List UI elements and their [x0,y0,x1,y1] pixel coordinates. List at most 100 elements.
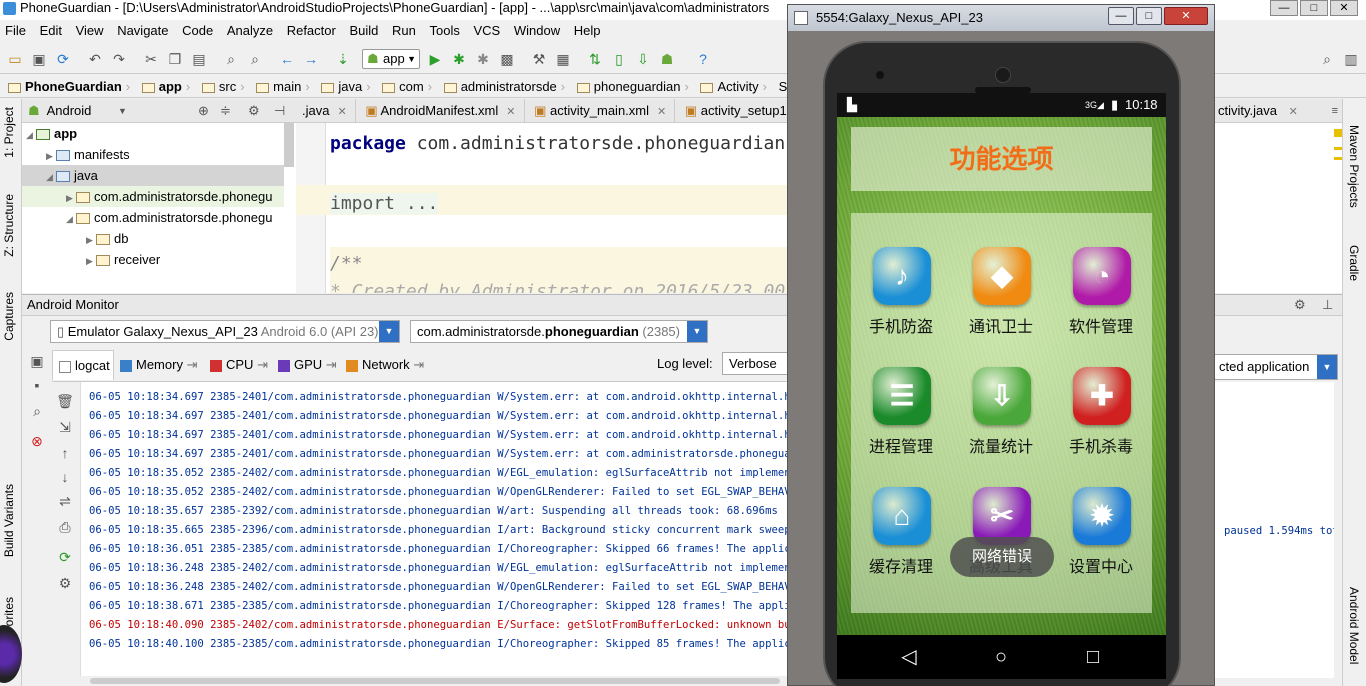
tree-row-package-main[interactable]: ◢ com.administratorsde.phonegu [22,207,284,228]
function-item[interactable]: ✚ 手机杀毒 [1051,359,1151,469]
code-editor[interactable]: package com.administratorsde.phoneguardi… [296,123,788,293]
breadcrumb-src[interactable]: src › [194,76,245,97]
chevron-down-icon[interactable]: ▼ [118,99,127,123]
structure-tool-tab[interactable]: Z: Structure [2,194,16,257]
logcat-output[interactable]: 06-05 10:18:34.697 2385-2401/com.adminis… [80,382,788,678]
forward-icon[interactable]: → [302,50,320,68]
undo-icon[interactable]: ↶ [86,50,104,68]
cut-icon[interactable]: ✂ [142,50,160,68]
back-icon[interactable]: ← [278,50,296,68]
tab-memory[interactable]: Memory ⇥ [114,350,202,380]
soft-wrap-icon[interactable]: ⇌ [56,492,74,510]
clear-logcat-icon[interactable]: 🗑 [56,392,74,410]
target-icon[interactable]: ⊕ [198,99,209,123]
build-variants-tool-tab[interactable]: Build Variants [2,484,16,557]
tab-java-file[interactable]: .java ✕ [296,99,356,122]
find-icon[interactable]: ⌕ [222,50,240,68]
gear-icon[interactable]: ⚙ [56,574,74,592]
tab-activity-java[interactable]: ctivity.java [1214,103,1277,118]
home-nav-button[interactable]: ○ [989,645,1013,669]
back-nav-button[interactable]: ◁ [897,645,921,669]
tab-cpu[interactable]: CPU ⇥ [204,350,270,380]
gear-icon[interactable]: ⚙ [248,99,260,123]
save-icon[interactable]: ▣ [30,50,48,68]
import-line[interactable]: import ... [330,193,439,214]
menu-window[interactable]: Window [509,20,565,42]
favorites-tool-tab[interactable]: orites [2,597,16,626]
menu-help[interactable]: Help [569,20,606,42]
breadcrumb-phoneguardian[interactable]: phoneguardian › [569,76,689,97]
menu-run[interactable]: Run [387,20,421,42]
menu-file[interactable]: File [0,20,31,42]
tab-logcat[interactable]: logcat [52,350,114,380]
tree-row-app[interactable]: ◢ app [22,123,284,144]
process-select[interactable]: com.administratorsde.phoneguardian (2385… [410,320,708,343]
function-item[interactable]: ✹ 设置中心 [1051,479,1151,589]
sdk-manager-icon[interactable]: ▦ [554,50,572,68]
search-icon[interactable]: ⌕ [1318,50,1336,68]
project-tool-tab[interactable]: 1: Project [2,107,16,158]
breadcrumb-com[interactable]: com › [374,76,432,97]
menu-analyze[interactable]: Analyze [222,20,278,42]
menu-refactor[interactable]: Refactor [282,20,341,42]
replace-icon[interactable]: ⌕ [246,50,264,68]
copy-icon[interactable]: ❐ [166,50,184,68]
paste-icon[interactable]: ▤ [190,50,208,68]
tab-android-manifest[interactable]: ▣ AndroidManifest.xml ✕ [359,99,525,122]
terminate-icon[interactable]: ⊗ [28,432,46,450]
gradle-tool-tab[interactable]: Gradle [1347,245,1361,281]
emulator-close-button[interactable]: ✕ [1164,7,1208,25]
make-project-icon[interactable]: ⇣ [334,50,352,68]
record-icon[interactable]: ▪ [28,376,46,394]
layout-icon[interactable]: ▥ [1342,50,1360,68]
warning-marker[interactable] [1334,147,1342,150]
minimize-button[interactable]: — [1270,0,1298,16]
function-item[interactable]: ♪ 手机防盗 [851,239,951,349]
hide-panel-icon[interactable]: ⊥ [1322,295,1333,315]
breadcrumb-administratorsde[interactable]: administratorsde › [436,76,565,97]
menu-build[interactable]: Build [344,20,383,42]
tree-scrollbar[interactable] [284,123,294,167]
tab-gpu[interactable]: GPU ⇥ [272,350,338,380]
avd-manager-icon[interactable]: ▯ [610,50,628,68]
run-icon[interactable]: ▶ [426,50,444,68]
tree-row-receiver[interactable]: ▶ receiver [22,249,284,270]
screenshot-icon[interactable]: ▣ [28,352,46,370]
menu-view[interactable]: View [71,20,109,42]
debug-icon[interactable]: ✱ [450,50,468,68]
function-item[interactable]: ⌂ 缓存清理 [851,479,951,589]
breadcrumb-activity[interactable]: Activity › [692,76,767,97]
function-item[interactable]: ☰ 进程管理 [851,359,951,469]
print-icon[interactable]: ⎙ [56,518,74,536]
menu-edit[interactable]: Edit [35,20,67,42]
tree-row-manifests[interactable]: ▶ manifests [22,144,284,165]
log-level-select[interactable]: Verbose [722,352,792,375]
tab-activity-setup1[interactable]: ▣ activity_setup1.x [679,99,788,122]
filter-select[interactable]: cted application ▼ [1214,354,1338,380]
attach-debugger-icon[interactable]: ✱ [474,50,492,68]
system-info-icon[interactable]: ⌕ [28,402,46,420]
stop-icon[interactable]: ▩ [498,50,516,68]
tree-row-package-test[interactable]: ▶ com.administratorsde.phonegu [22,186,284,207]
device-select[interactable]: ▯ Emulator Galaxy_Nexus_API_23 Android 6… [50,320,400,343]
menu-navigate[interactable]: Navigate [112,20,173,42]
restart-icon[interactable]: ⟳ [56,548,74,566]
breadcrumb-java[interactable]: java › [313,76,371,97]
maven-projects-tool-tab[interactable]: Maven Projects [1347,125,1361,208]
project-view-select[interactable]: Android [47,103,92,118]
android-model-tool-tab[interactable]: Android Model [1347,587,1361,664]
recent-apps-button[interactable]: □ [1081,645,1105,669]
run-config-select[interactable]: ☗ app ▼ [362,49,420,69]
tab-activity-main[interactable]: ▣ activity_main.xml ✕ [528,99,676,122]
scroll-to-end-icon[interactable]: ⇲ [56,418,74,436]
captures-tool-tab[interactable]: Captures [2,292,16,341]
function-item[interactable]: ⇩ 流量统计 [951,359,1051,469]
emulator-maximize-button[interactable]: □ [1136,7,1162,25]
open-folder-icon[interactable]: ▭ [6,50,24,68]
redo-icon[interactable]: ↷ [110,50,128,68]
collapse-icon[interactable]: ≑ [220,99,231,123]
hide-icon[interactable]: ⊣ [274,99,285,123]
warning-marker[interactable] [1334,129,1342,137]
close-icon[interactable]: ✕ [1289,106,1298,118]
horizontal-scrollbar[interactable] [80,676,788,686]
